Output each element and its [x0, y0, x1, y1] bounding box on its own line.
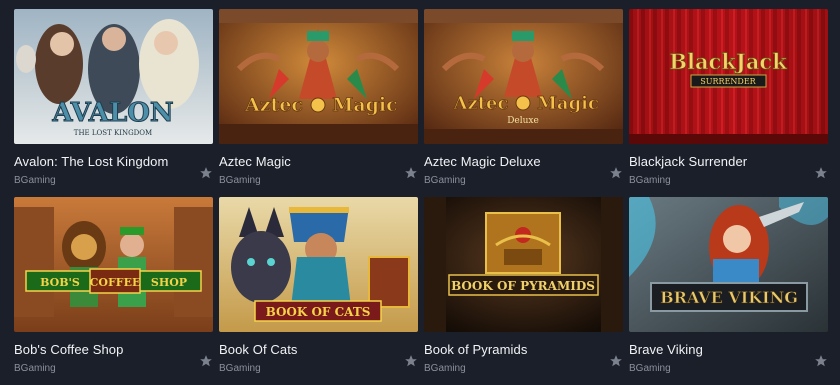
aztec-deluxe-logo-sub: Deluxe: [507, 116, 539, 126]
aztec-deluxe-logo-right: Magic: [537, 93, 599, 114]
game-title[interactable]: Book of Pyramids: [424, 342, 527, 357]
bobs-logo-left: BOB'S: [40, 276, 80, 289]
game-card-book-of-pyramids[interactable]: BOOK OF PYRAMIDS Book of Pyramids BGamin…: [424, 197, 623, 385]
book-of-pyramids-artwork: BOOK OF PYRAMIDS: [424, 197, 623, 332]
aztec-magic-deluxe-artwork: Aztec Magic Deluxe: [424, 9, 623, 144]
blackjack-logo-sub: SURRENDER: [700, 77, 756, 86]
game-provider: BGaming: [219, 363, 261, 374]
star-icon[interactable]: [404, 354, 418, 368]
star-icon[interactable]: [609, 166, 623, 180]
game-thumbnail[interactable]: BOOK OF CATS: [219, 197, 418, 332]
games-grid: AVALON THE LOST KINGDOM Avalon: The Lost…: [14, 9, 828, 385]
blackjack-surrender-artwork: BlackJack SURRENDER: [629, 9, 828, 144]
game-provider: BGaming: [424, 363, 466, 374]
bobs-coffee-shop-artwork: BOB'S COFFEE SHOP: [14, 197, 213, 332]
game-provider: BGaming: [14, 175, 56, 186]
game-card-avalon[interactable]: AVALON THE LOST KINGDOM Avalon: The Lost…: [14, 9, 213, 197]
game-thumbnail[interactable]: AVALON THE LOST KINGDOM: [14, 9, 213, 144]
game-title[interactable]: Avalon: The Lost Kingdom: [14, 154, 168, 169]
brave-viking-logo: BRAVE VIKING: [660, 288, 798, 307]
avalon-artwork: AVALON THE LOST KINGDOM: [14, 9, 213, 144]
game-thumbnail[interactable]: BlackJack SURRENDER: [629, 9, 828, 144]
game-title[interactable]: Book Of Cats: [219, 342, 298, 357]
aztec-logo-right: Magic: [332, 94, 397, 116]
game-provider: BGaming: [219, 175, 261, 186]
avalon-logo: AVALON: [51, 98, 173, 128]
game-thumbnail[interactable]: Aztec Magic: [219, 9, 418, 144]
game-card-aztec-magic[interactable]: Aztec Magic Aztec Magic BGaming: [219, 9, 418, 197]
star-icon[interactable]: [404, 166, 418, 180]
blackjack-logo: BlackJack: [669, 49, 787, 74]
star-icon[interactable]: [814, 166, 828, 180]
game-provider: BGaming: [629, 175, 671, 186]
game-card-brave-viking[interactable]: BRAVE VIKING Brave Viking BGaming: [629, 197, 828, 385]
brave-viking-artwork: BRAVE VIKING: [629, 197, 828, 332]
game-card-aztec-magic-deluxe[interactable]: Aztec Magic Deluxe Aztec Magic Deluxe BG…: [424, 9, 623, 197]
book-of-pyramids-logo: BOOK OF PYRAMIDS: [451, 279, 595, 293]
avalon-logo-sub: THE LOST KINGDOM: [74, 129, 152, 137]
game-title[interactable]: Aztec Magic Deluxe: [424, 154, 541, 169]
game-thumbnail[interactable]: BOOK OF PYRAMIDS: [424, 197, 623, 332]
game-provider: BGaming: [14, 363, 56, 374]
star-icon[interactable]: [609, 354, 623, 368]
aztec-deluxe-logo-left: Aztec: [453, 93, 509, 114]
game-card-bobs-coffee-shop[interactable]: BOB'S COFFEE SHOP Bob's Coffee Shop BGam…: [14, 197, 213, 385]
game-thumbnail[interactable]: Aztec Magic Deluxe: [424, 9, 623, 144]
game-title[interactable]: Bob's Coffee Shop: [14, 342, 123, 357]
game-thumbnail[interactable]: BRAVE VIKING: [629, 197, 828, 332]
bobs-logo-right: SHOP: [151, 276, 187, 289]
bobs-logo-mid: COFFEE: [90, 276, 141, 289]
game-thumbnail[interactable]: BOB'S COFFEE SHOP: [14, 197, 213, 332]
game-card-book-of-cats[interactable]: BOOK OF CATS Book Of Cats BGaming: [219, 197, 418, 385]
aztec-magic-artwork: Aztec Magic: [219, 9, 418, 144]
game-title[interactable]: Aztec Magic: [219, 154, 291, 169]
star-icon[interactable]: [199, 166, 213, 180]
game-title[interactable]: Blackjack Surrender: [629, 154, 747, 169]
star-icon[interactable]: [199, 354, 213, 368]
game-provider: BGaming: [424, 175, 466, 186]
star-icon[interactable]: [814, 354, 828, 368]
game-provider: BGaming: [629, 363, 671, 374]
book-of-cats-artwork: BOOK OF CATS: [219, 197, 418, 332]
game-card-blackjack-surrender[interactable]: BlackJack SURRENDER Blackjack Surrender …: [629, 9, 828, 197]
game-title[interactable]: Brave Viking: [629, 342, 703, 357]
aztec-logo-left: Aztec: [244, 94, 303, 116]
book-of-cats-logo: BOOK OF CATS: [266, 305, 371, 319]
